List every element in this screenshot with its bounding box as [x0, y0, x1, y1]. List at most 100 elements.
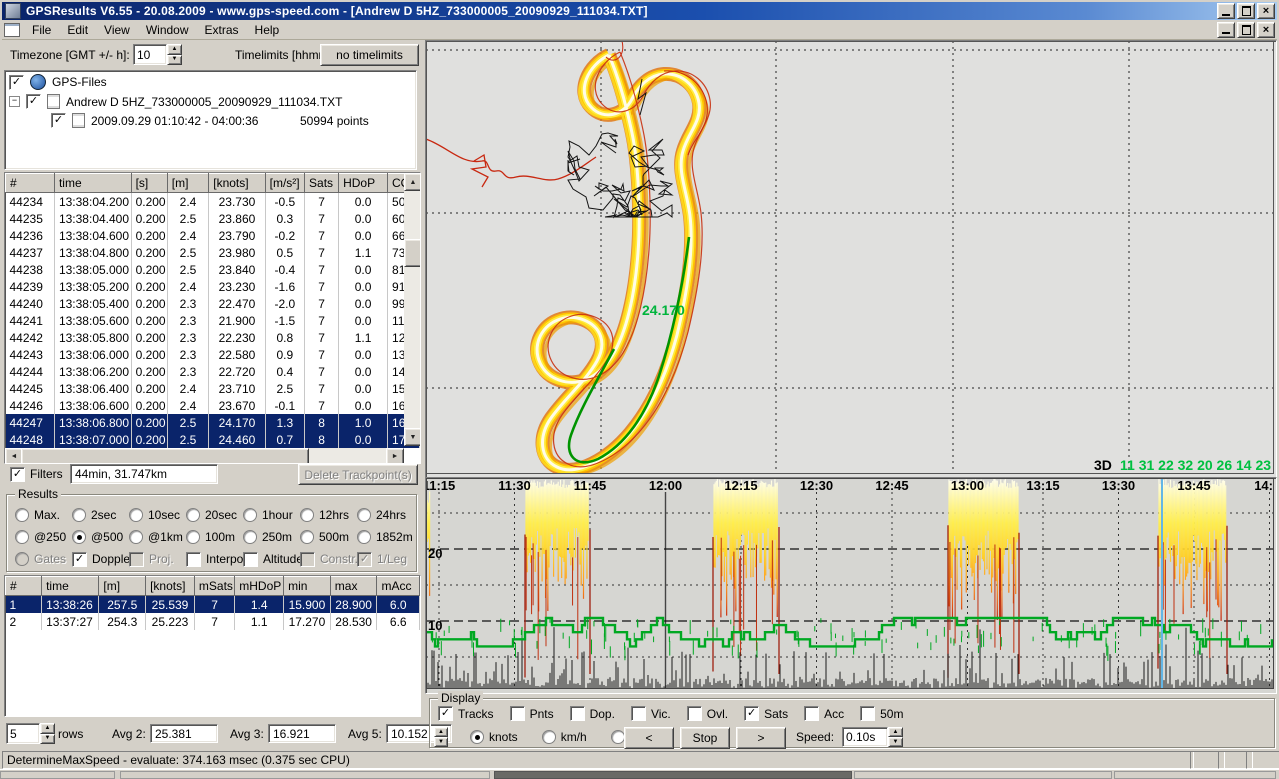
- restore-button[interactable]: [1237, 3, 1255, 19]
- cell[interactable]: 0.0: [339, 346, 388, 363]
- cell[interactable]: 13:38:05.600: [54, 312, 131, 329]
- column-header[interactable]: min: [284, 577, 331, 596]
- cell[interactable]: 13:38:04.200: [54, 193, 131, 211]
- cell[interactable]: 0.0: [339, 397, 388, 414]
- cell[interactable]: 2.4: [167, 227, 209, 244]
- column-header[interactable]: [m]: [99, 577, 146, 596]
- radio-max[interactable]: [15, 508, 29, 522]
- cell[interactable]: 13:38:06.000: [54, 346, 131, 363]
- menu-file[interactable]: File: [24, 21, 59, 39]
- cell[interactable]: 13:38:06.800: [54, 414, 131, 431]
- cell[interactable]: 44238: [6, 261, 55, 278]
- track-map[interactable]: 24.170 3D 11 31 22 32 20 26 14 23: [425, 40, 1277, 479]
- cell[interactable]: 2.3: [167, 329, 209, 346]
- trackpoint-row[interactable]: 4424613:38:06.6000.2002.423.670-0.170.01…: [6, 397, 420, 414]
- cell[interactable]: 0.0: [339, 193, 388, 211]
- radio-500[interactable]: [72, 530, 86, 544]
- cell[interactable]: 44236: [6, 227, 55, 244]
- column-header[interactable]: #: [6, 174, 55, 193]
- cell[interactable]: 22.580: [209, 346, 265, 363]
- radio-250m[interactable]: [243, 530, 257, 544]
- checkbox-ovl[interactable]: [687, 706, 702, 721]
- cell[interactable]: 0.200: [131, 261, 167, 278]
- column-header[interactable]: HDoP: [339, 174, 388, 193]
- result-row[interactable]: 213:37:27254.325.22371.117.27028.5306.6: [6, 613, 420, 630]
- cell[interactable]: 0.200: [131, 363, 167, 380]
- cell[interactable]: 13:38:07.000: [54, 431, 131, 448]
- cell[interactable]: 2.5: [167, 244, 209, 261]
- cell[interactable]: 44241: [6, 312, 55, 329]
- trackpoint-row[interactable]: 4424313:38:06.0000.2002.322.5800.970.013…: [6, 346, 420, 363]
- menu-view[interactable]: View: [96, 21, 138, 39]
- trackpoint-row[interactable]: 4424713:38:06.8000.2002.524.1701.381.016…: [6, 414, 420, 431]
- radio-10sec[interactable]: [129, 508, 143, 522]
- speed-up-icon[interactable]: ▲: [888, 727, 903, 737]
- cell[interactable]: 13:38:05.200: [54, 278, 131, 295]
- cell[interactable]: 1.4: [235, 596, 284, 614]
- cell[interactable]: 7: [305, 295, 339, 312]
- cell[interactable]: 1.1: [339, 244, 388, 261]
- tree-root-label[interactable]: GPS-Files: [52, 75, 107, 89]
- cell[interactable]: 257.5: [99, 596, 146, 614]
- cell[interactable]: 22.230: [209, 329, 265, 346]
- cell[interactable]: 13:38:26: [42, 596, 99, 614]
- column-header[interactable]: time: [54, 174, 131, 193]
- cell[interactable]: 44237: [6, 244, 55, 261]
- cell[interactable]: 44240: [6, 295, 55, 312]
- radio-1hour[interactable]: [243, 508, 257, 522]
- radio-1852m[interactable]: [357, 530, 371, 544]
- tree-root-checkbox[interactable]: ✓: [9, 75, 24, 90]
- radio-100m[interactable]: [186, 530, 200, 544]
- cell[interactable]: 7: [194, 596, 234, 614]
- cell[interactable]: 25.539: [146, 596, 195, 614]
- cell[interactable]: 0.0: [339, 210, 388, 227]
- cell[interactable]: 44235: [6, 210, 55, 227]
- cell[interactable]: 21.900: [209, 312, 265, 329]
- cell[interactable]: 7: [305, 363, 339, 380]
- speed-graph[interactable]: 11:1511:3011:4512:0012:1512:3012:4513:00…: [425, 477, 1277, 694]
- cell[interactable]: 7: [194, 613, 234, 630]
- tree-file-label[interactable]: Andrew D 5HZ_733000005_20090929_111034.T…: [66, 95, 342, 109]
- menu-window[interactable]: Window: [138, 21, 197, 39]
- cell[interactable]: 23.840: [209, 261, 265, 278]
- cell[interactable]: 13:38:05.400: [54, 295, 131, 312]
- trackpoint-row[interactable]: 4424413:38:06.2000.2002.322.7200.470.014…: [6, 363, 420, 380]
- radio-1km[interactable]: [129, 530, 143, 544]
- cell[interactable]: 6.0: [377, 596, 420, 614]
- cell[interactable]: 13:38:04.600: [54, 227, 131, 244]
- radio-knots[interactable]: [470, 730, 484, 744]
- cell[interactable]: 7: [305, 227, 339, 244]
- cell[interactable]: 13:38:06.200: [54, 363, 131, 380]
- child-close-button[interactable]: ×: [1257, 22, 1275, 38]
- trackpoint-row[interactable]: 4424113:38:05.6000.2002.321.900-1.570.01…: [6, 312, 420, 329]
- radio-12hrs[interactable]: [300, 508, 314, 522]
- cell[interactable]: 2.5: [167, 414, 209, 431]
- cell[interactable]: 7: [305, 261, 339, 278]
- cell[interactable]: 0.8: [265, 329, 304, 346]
- menu-edit[interactable]: Edit: [59, 21, 96, 39]
- cell[interactable]: 0.200: [131, 346, 167, 363]
- cell[interactable]: 22.470: [209, 295, 265, 312]
- speed-spinner[interactable]: 0.10s ▲▼: [842, 727, 903, 747]
- timezone-down-icon[interactable]: ▼: [167, 55, 182, 66]
- cell[interactable]: 22.720: [209, 363, 265, 380]
- cell[interactable]: 13:38:05.000: [54, 261, 131, 278]
- cell[interactable]: 15.900: [284, 596, 331, 614]
- cell[interactable]: 2.5: [167, 431, 209, 448]
- cell[interactable]: 7: [305, 278, 339, 295]
- menu-extras[interactable]: Extras: [197, 21, 247, 39]
- checkbox-altitude[interactable]: [243, 552, 258, 567]
- column-header[interactable]: mAcc: [377, 577, 420, 596]
- trackpoint-row[interactable]: 4423713:38:04.8000.2002.523.9800.571.173…: [6, 244, 420, 261]
- cell[interactable]: 23.710: [209, 380, 265, 397]
- trackpoint-row[interactable]: 4424813:38:07.0000.2002.524.4600.780.017…: [6, 431, 420, 448]
- cell[interactable]: -0.4: [265, 261, 304, 278]
- cell[interactable]: 44243: [6, 346, 55, 363]
- cell[interactable]: 0.3: [265, 210, 304, 227]
- cell[interactable]: 254.3: [99, 613, 146, 630]
- cell[interactable]: 0.5: [265, 244, 304, 261]
- step-back-button[interactable]: <: [624, 727, 674, 749]
- cell[interactable]: 2.3: [167, 312, 209, 329]
- cell[interactable]: 44246: [6, 397, 55, 414]
- rows-down-icon[interactable]: ▼: [40, 734, 55, 745]
